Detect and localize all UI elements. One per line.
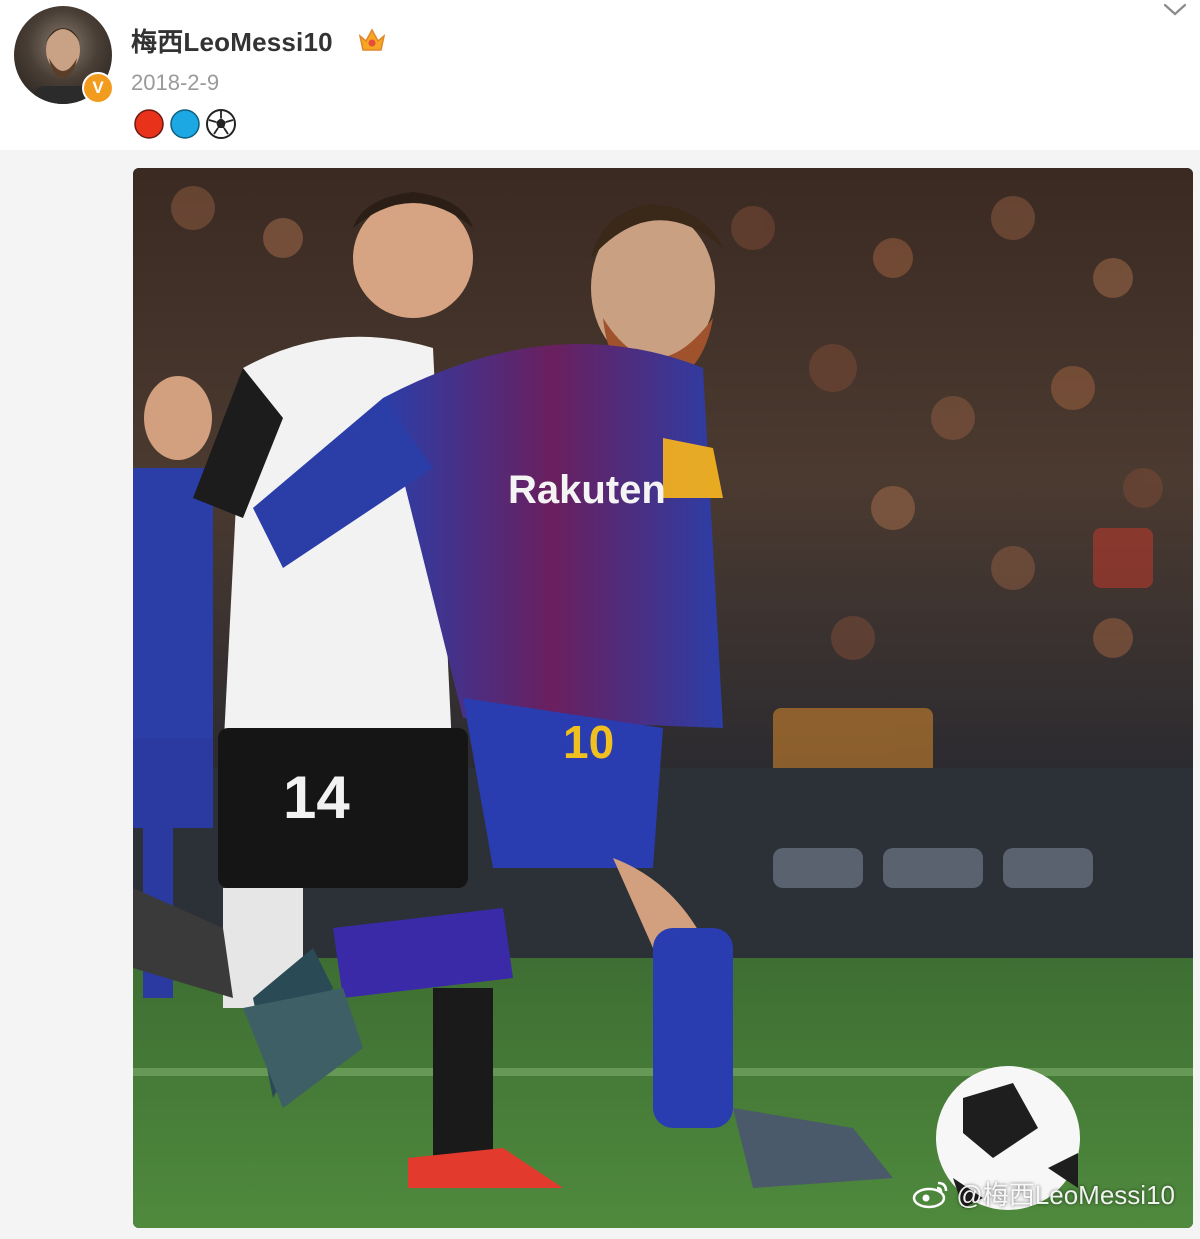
watermark: @梅西LeoMessi10: [912, 1175, 1175, 1212]
weibo-logo-icon: [913, 1181, 948, 1208]
crown-icon: [358, 28, 386, 51]
watermark-text: @梅西LeoMessi10: [956, 1180, 1175, 1210]
emoji-row: [133, 108, 237, 142]
soccer-ball-emoji-icon: [206, 109, 236, 139]
avatar[interactable]: V: [14, 6, 114, 104]
post-date[interactable]: 2018-2-9: [131, 70, 219, 96]
blue-circle-emoji-icon: [170, 109, 200, 139]
jersey-number-10: 10: [563, 716, 614, 768]
sponsor-text: Rakuten: [508, 468, 666, 512]
chevron-down-icon[interactable]: [1162, 2, 1188, 18]
author-name[interactable]: 梅西LeoMessi10: [131, 22, 333, 59]
weibo-post-card: V 梅西LeoMessi10 2018-2-9 14 Rakuten 10 @梅…: [0, 0, 1200, 1239]
jersey-number-14: 14: [283, 764, 350, 831]
verified-badge-icon: V: [82, 72, 114, 104]
photo-illustration: 14 Rakuten 10: [133, 168, 1193, 1228]
post-photo[interactable]: 14 Rakuten 10 @梅西LeoMessi10: [133, 168, 1193, 1228]
red-circle-emoji-icon: [134, 109, 164, 139]
